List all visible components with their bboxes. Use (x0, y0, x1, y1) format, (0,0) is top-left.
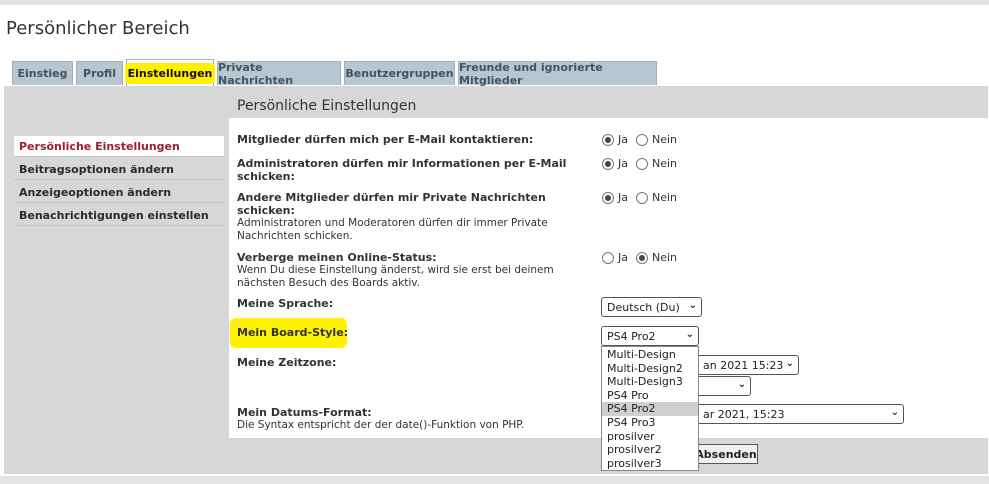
email-contact-radio-group: Ja Nein (602, 133, 677, 146)
radio-label: Nein (652, 191, 678, 204)
timezone-select-value: an 2021 15:23 (703, 358, 784, 372)
section-title: Persönliche Einstellungen (237, 98, 417, 114)
hide-online-block: Verberge meinen Online-Status: Wenn Du d… (237, 251, 567, 289)
dateformat-desc: Die Syntax entspricht der der date()-Fun… (237, 419, 525, 431)
board-style-dropdown-list: Multi-Design Multi-Design2 Multi-Design3… (601, 346, 699, 471)
bottom-border (0, 476, 989, 484)
admin-email-radio-group: Ja Nein (602, 157, 677, 170)
sidebar-item-label: Persönliche Einstellungen (19, 139, 180, 153)
dropdown-option[interactable]: prosilver3 (602, 457, 698, 471)
radio-label: Nein (652, 133, 678, 146)
email-contact-label: Mitglieder dürfen mich per E-Mail kontak… (237, 133, 534, 146)
top-border (0, 0, 989, 5)
submit-button[interactable]: Absenden (694, 444, 758, 464)
email-contact-no-radio[interactable] (636, 133, 648, 146)
chevron-down-icon: ⌄ (737, 379, 746, 390)
pm-allow-label: Andere Mitglieder dürfen mir Private Nac… (237, 191, 546, 217)
language-label: Meine Sprache: (237, 297, 334, 310)
radio-label: Ja (618, 191, 628, 204)
pm-allow-radio-group: Ja Nein (602, 191, 677, 204)
admin-email-no-radio[interactable] (636, 157, 648, 170)
hide-online-no-radio[interactable] (636, 251, 648, 264)
radio-label: Nein (652, 157, 678, 170)
tab-label: Freunde und ignorierte Mitglieder (459, 60, 603, 87)
hide-online-label: Verberge meinen Online-Status: (237, 251, 437, 264)
language-select[interactable]: Deutsch (Du) ⌄ (601, 297, 702, 317)
language-select-value: Deutsch (Du) (607, 300, 680, 314)
dropdown-option[interactable]: Multi-Design3 (602, 375, 698, 389)
timezone-label: Meine Zeitzone: (237, 356, 337, 369)
tab-label: Profil (83, 67, 116, 80)
admin-email-label: Administratoren dürfen mir Informationen… (237, 157, 567, 183)
hide-online-yes-radio[interactable] (602, 251, 614, 264)
dateformat-label: Mein Datums-Format: (237, 406, 372, 419)
sidebar-item-beitragsoptionen[interactable]: Beitragsoptionen ändern (14, 159, 224, 180)
admin-email-yes-radio[interactable] (602, 157, 614, 170)
email-contact-yes-radio[interactable] (602, 133, 614, 146)
chevron-down-icon: ⌄ (785, 358, 794, 369)
sidebar-item-persoenliche-einstellungen[interactable]: Persönliche Einstellungen (14, 136, 224, 157)
radio-label: Ja (618, 157, 628, 170)
sidebar-item-label: Beitragsoptionen ändern (19, 162, 174, 176)
pm-allow-yes-radio[interactable] (602, 191, 614, 204)
pm-allow-no-radio[interactable] (636, 191, 648, 204)
tab-label: Benutzergruppen (345, 67, 454, 80)
dropdown-option[interactable]: prosilver2 (602, 443, 698, 457)
board-style-label: Mein Board-Style: (237, 326, 349, 339)
pm-allow-desc: Administratoren und Moderatoren dürfen d… (237, 217, 548, 242)
radio-label: Nein (652, 251, 678, 264)
sidebar-item-benachrichtigungen[interactable]: Benachrichtigungen einstellen (14, 205, 224, 226)
sidebar-item-anzeigeoptionen[interactable]: Anzeigeoptionen ändern (14, 182, 224, 203)
tab-einstieg[interactable]: Einstieg (12, 61, 73, 85)
dropdown-option[interactable]: prosilver (602, 430, 698, 444)
sidebar-item-label: Anzeigeoptionen ändern (19, 185, 172, 199)
dateformat-select-value: ar 2021, 15:23 (703, 407, 785, 421)
tab-label: Einstellungen (124, 63, 216, 84)
chevron-down-icon: ⌄ (890, 407, 899, 418)
tab-freunde[interactable]: Freunde und ignorierte Mitglieder (458, 60, 657, 87)
sidebar-item-label: Benachrichtigungen einstellen (19, 208, 209, 222)
radio-label: Ja (618, 251, 628, 264)
tab-einstellungen[interactable]: Einstellungen (124, 59, 216, 87)
pm-allow-block: Andere Mitglieder dürfen mir Private Nac… (237, 191, 567, 242)
chevron-down-icon: ⌄ (685, 329, 694, 340)
dropdown-option[interactable]: Multi-Design (602, 348, 698, 362)
dropdown-option[interactable]: PS4 Pro (602, 389, 698, 403)
page-title: Persönlicher Bereich (6, 18, 190, 39)
hide-online-radio-group: Ja Nein (602, 251, 677, 264)
tab-label: Einstieg (17, 67, 68, 80)
tab-private-nachrichten[interactable]: Private Nachrichten (217, 60, 341, 87)
dropdown-option[interactable]: PS4 Pro3 (602, 416, 698, 430)
tab-label: Private Nachrichten (218, 60, 294, 87)
tab-benutzergruppen[interactable]: Benutzergruppen (344, 61, 455, 85)
board-style-select-value: PS4 Pro2 (607, 329, 656, 343)
tab-profil[interactable]: Profil (76, 61, 123, 85)
board-style-select[interactable]: PS4 Pro2 ⌄ (601, 326, 699, 346)
dateformat-block: Mein Datums-Format: Die Syntax entsprich… (237, 406, 567, 432)
dropdown-option-selected[interactable]: PS4 Pro2 (602, 402, 698, 416)
hide-online-desc: Wenn Du diese Einstellung änderst, wird … (237, 264, 554, 289)
dropdown-option[interactable]: Multi-Design2 (602, 362, 698, 376)
chevron-down-icon: ⌄ (688, 300, 697, 311)
radio-label: Ja (618, 133, 628, 146)
